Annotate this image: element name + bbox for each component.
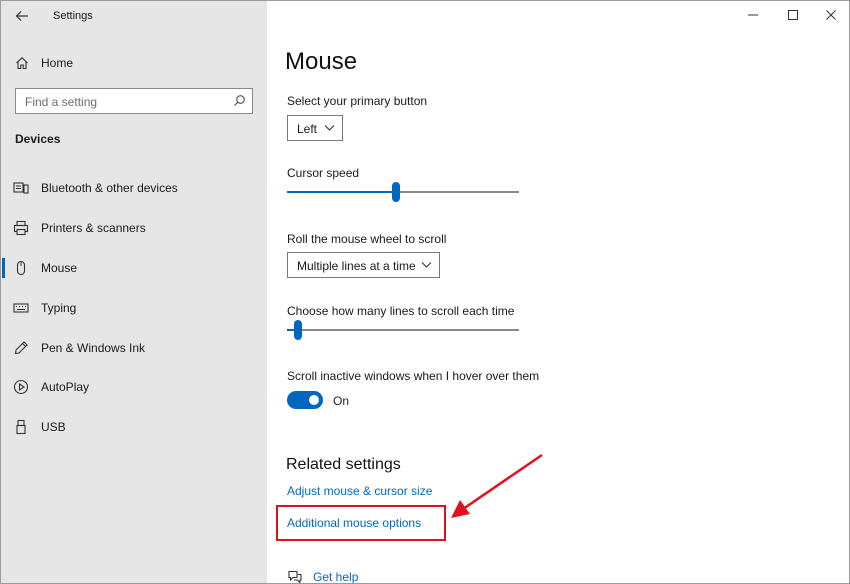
sidebar: Settings Home Find a setting Devices Blu… bbox=[1, 1, 267, 583]
minimize-icon bbox=[748, 14, 758, 16]
chevron-down-icon bbox=[421, 262, 432, 268]
lines-to-scroll-slider[interactable] bbox=[287, 320, 519, 340]
sidebar-item-bluetooth[interactable]: Bluetooth & other devices bbox=[1, 177, 267, 199]
sidebar-item-pen[interactable]: Pen & Windows Ink bbox=[1, 337, 267, 359]
related-settings-title: Related settings bbox=[286, 456, 401, 473]
selection-indicator bbox=[2, 258, 5, 278]
primary-button-dropdown[interactable]: Left bbox=[287, 115, 343, 141]
bluetooth-device-icon bbox=[13, 182, 29, 194]
lines-to-scroll-label: Choose how many lines to scroll each tim… bbox=[287, 304, 515, 318]
scroll-wheel-label: Roll the mouse wheel to scroll bbox=[287, 232, 447, 246]
search-input[interactable]: Find a setting bbox=[15, 88, 253, 114]
get-help-link[interactable]: Get help bbox=[287, 570, 359, 584]
help-chat-icon bbox=[288, 570, 302, 583]
slider-thumb[interactable] bbox=[392, 182, 400, 202]
toggle-state-label: On bbox=[333, 394, 350, 408]
home-label: Home bbox=[41, 56, 74, 70]
back-arrow-icon bbox=[15, 11, 28, 21]
search-placeholder: Find a setting bbox=[25, 95, 98, 109]
app-title: Settings bbox=[53, 10, 93, 22]
cursor-speed-label: Cursor speed bbox=[287, 166, 360, 180]
pen-icon bbox=[14, 341, 28, 355]
main-panel: Mouse Select your primary button Left Cu… bbox=[267, 1, 849, 584]
sidebar-item-label: Bluetooth & other devices bbox=[41, 181, 178, 195]
printer-icon bbox=[13, 220, 29, 236]
sidebar-item-usb[interactable]: USB bbox=[1, 416, 267, 438]
adjust-mouse-cursor-link[interactable]: Adjust mouse & cursor size bbox=[287, 484, 432, 498]
sidebar-item-autoplay[interactable]: AutoPlay bbox=[1, 376, 267, 398]
cursor-speed-slider[interactable] bbox=[287, 182, 519, 202]
close-button[interactable] bbox=[823, 7, 839, 23]
minimize-button[interactable] bbox=[745, 7, 761, 23]
search-icon bbox=[234, 95, 245, 106]
close-icon bbox=[826, 10, 836, 20]
annotation-highlight-box bbox=[276, 505, 446, 541]
sidebar-item-label: Typing bbox=[41, 301, 77, 315]
maximize-button[interactable] bbox=[785, 7, 801, 23]
scroll-inactive-label: Scroll inactive windows when I hover ove… bbox=[287, 369, 540, 383]
scroll-inactive-toggle[interactable] bbox=[287, 391, 323, 409]
primary-button-label: Select your primary button bbox=[287, 94, 428, 108]
home-icon bbox=[16, 57, 28, 70]
get-help-label: Get help bbox=[313, 570, 359, 584]
section-title: Devices bbox=[15, 132, 61, 146]
sidebar-item-home[interactable]: Home bbox=[15, 53, 73, 73]
back-button[interactable] bbox=[11, 6, 33, 26]
sidebar-item-typing[interactable]: Typing bbox=[1, 297, 267, 319]
sidebar-item-label: Printers & scanners bbox=[41, 221, 146, 235]
slider-fill bbox=[287, 191, 396, 193]
slider-thumb[interactable] bbox=[294, 320, 302, 340]
autoplay-icon bbox=[13, 379, 29, 395]
sidebar-item-label: AutoPlay bbox=[41, 380, 90, 394]
scroll-wheel-value: Multiple lines at a time bbox=[297, 259, 416, 273]
annotation-arrow-icon bbox=[451, 453, 543, 518]
mouse-icon bbox=[16, 260, 26, 276]
sidebar-item-label: Mouse bbox=[41, 261, 78, 275]
sidebar-item-label: Pen & Windows Ink bbox=[41, 341, 146, 355]
usb-icon bbox=[16, 419, 26, 435]
chevron-down-icon bbox=[324, 125, 335, 131]
slider-track bbox=[287, 329, 519, 331]
toggle-knob bbox=[309, 395, 319, 405]
maximize-icon bbox=[788, 10, 798, 20]
settings-window: Settings Home Find a setting Devices Blu… bbox=[0, 0, 850, 584]
title-bar: Settings bbox=[1, 1, 267, 31]
sidebar-item-printers[interactable]: Printers & scanners bbox=[1, 217, 267, 239]
page-title: Mouse bbox=[285, 48, 358, 75]
primary-button-value: Left bbox=[297, 122, 318, 136]
keyboard-icon bbox=[13, 303, 29, 313]
sidebar-item-mouse[interactable]: Mouse bbox=[1, 257, 267, 279]
sidebar-item-label: USB bbox=[41, 420, 66, 434]
scroll-wheel-dropdown[interactable]: Multiple lines at a time bbox=[287, 252, 440, 278]
